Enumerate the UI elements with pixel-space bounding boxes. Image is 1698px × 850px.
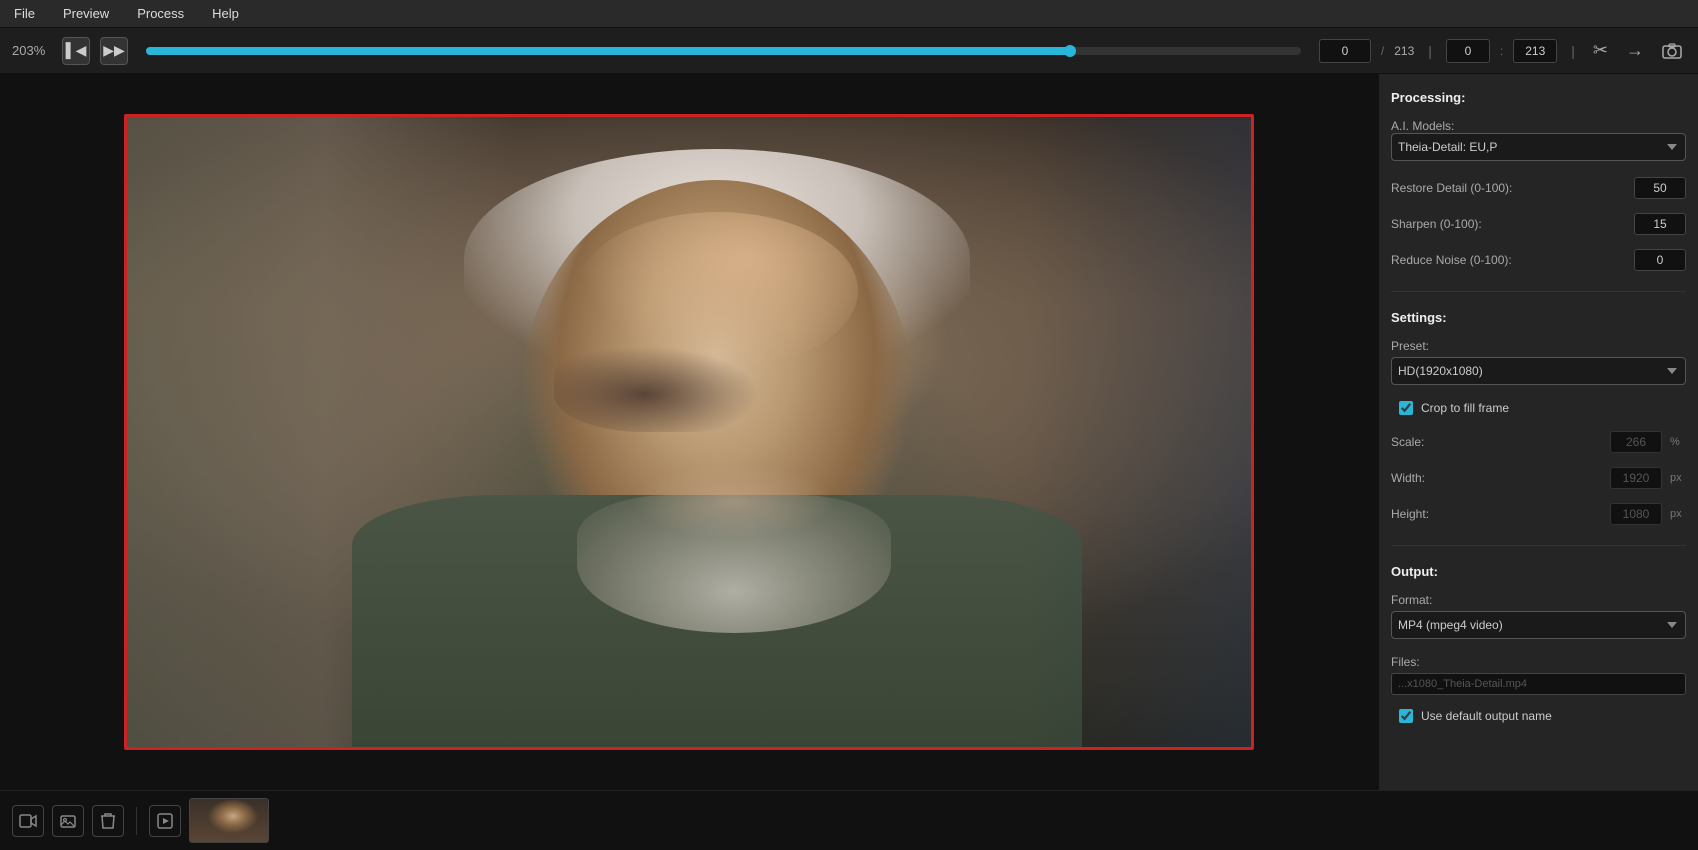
height-input[interactable] [1610, 503, 1662, 525]
menu-file[interactable]: File [8, 4, 41, 23]
crop-label[interactable]: Crop to fill frame [1421, 401, 1509, 415]
total-frames: 213 [1394, 44, 1414, 58]
crop-row: Crop to fill frame [1399, 401, 1686, 415]
filmstrip-thumbnail-1[interactable] [189, 798, 269, 843]
out-point-input[interactable] [1513, 39, 1557, 63]
restore-detail-row: Restore Detail (0-100): [1391, 177, 1686, 199]
add-video-button[interactable] [12, 805, 44, 837]
delete-button[interactable] [92, 805, 124, 837]
ai-models-select[interactable]: Theia-Detail: EU,P Theia-Detail: Standar… [1391, 133, 1686, 161]
beard-overlay [577, 495, 892, 634]
width-label: Width: [1391, 471, 1602, 485]
zoom-level: 203% [12, 43, 52, 58]
right-panel: Processing: A.I. Models: Theia-Detail: E… [1378, 74, 1698, 790]
ai-models-label: A.I. Models: [1391, 119, 1686, 133]
right-bg [1026, 117, 1251, 747]
format-row: Format: MP4 (mpeg4 video) MOV (quicktime… [1391, 593, 1686, 639]
preset-label: Preset: [1391, 339, 1686, 353]
sharpen-label: Sharpen (0-100): [1391, 217, 1626, 231]
frame-separator: / [1381, 44, 1384, 58]
play-button[interactable]: ▶▶ [100, 37, 128, 65]
reduce-noise-input[interactable] [1634, 249, 1686, 271]
bracket-separator: | [1428, 43, 1432, 59]
video-content [127, 117, 1251, 747]
crop-checkbox[interactable] [1399, 401, 1413, 415]
filmstrip-divider [136, 807, 137, 835]
menu-preview[interactable]: Preview [57, 4, 115, 23]
scale-unit: % [1670, 436, 1686, 448]
preset-select[interactable]: HD(1920x1080) 4K(3840x2160) SD(720x480) [1391, 357, 1686, 385]
files-row: Files: [1391, 655, 1686, 695]
cut-button[interactable]: ✂ [1589, 36, 1612, 65]
format-select[interactable]: MP4 (mpeg4 video) MOV (quicktime) AVI MK… [1391, 611, 1686, 639]
filmstrip-preview-button[interactable] [149, 805, 181, 837]
current-frame-input[interactable] [1319, 39, 1371, 63]
menubar: File Preview Process Help [0, 0, 1698, 28]
settings-title: Settings: [1391, 310, 1686, 325]
scale-label: Scale: [1391, 435, 1602, 449]
scrubber-track[interactable] [146, 47, 1301, 55]
bracket-colon: : [1500, 44, 1503, 58]
ai-models-row: A.I. Models: Theia-Detail: EU,P Theia-De… [1391, 119, 1686, 161]
width-unit: px [1670, 472, 1686, 484]
width-row: Width: px [1391, 467, 1686, 489]
scale-input[interactable] [1610, 431, 1662, 453]
add-image-button[interactable] [52, 805, 84, 837]
restore-detail-input[interactable] [1634, 177, 1686, 199]
reduce-noise-row: Reduce Noise (0-100): [1391, 249, 1686, 271]
processing-title: Processing: [1391, 90, 1686, 105]
sharpen-row: Sharpen (0-100): [1391, 213, 1686, 235]
scrubber-fill [146, 47, 1070, 55]
scrubber-container [146, 47, 1301, 55]
in-point-input[interactable] [1446, 39, 1490, 63]
restore-detail-label: Restore Detail (0-100): [1391, 181, 1626, 195]
use-default-label[interactable]: Use default output name [1421, 709, 1552, 723]
files-label: Files: [1391, 655, 1686, 669]
main-area: Processing: A.I. Models: Theia-Detail: E… [0, 74, 1698, 790]
scale-row: Scale: % [1391, 431, 1686, 453]
filmstrip [0, 790, 1698, 850]
menu-process[interactable]: Process [131, 4, 190, 23]
format-label: Format: [1391, 593, 1686, 607]
video-frame [124, 114, 1254, 750]
height-unit: px [1670, 508, 1686, 520]
use-default-checkbox[interactable] [1399, 709, 1413, 723]
preview-area [0, 74, 1378, 790]
rewind-button[interactable]: ▌◀ [62, 37, 90, 65]
sharpen-input[interactable] [1634, 213, 1686, 235]
use-default-row: Use default output name [1399, 709, 1686, 723]
preset-row: Preset: HD(1920x1080) 4K(3840x2160) SD(7… [1391, 339, 1686, 385]
divider-2 [1391, 545, 1686, 546]
menu-help[interactable]: Help [206, 4, 245, 23]
toolbar: 203% ▌◀ ▶▶ / 213 | : | ✂ → [0, 28, 1698, 74]
width-input[interactable] [1610, 467, 1662, 489]
reduce-noise-label: Reduce Noise (0-100): [1391, 253, 1626, 267]
eye-shadow [554, 338, 779, 432]
divider-1 [1391, 291, 1686, 292]
camera-button[interactable] [1658, 39, 1686, 63]
thumbnail-content-1 [190, 799, 268, 842]
height-row: Height: px [1391, 503, 1686, 525]
output-title: Output: [1391, 564, 1686, 579]
scrubber-handle[interactable] [1064, 45, 1076, 57]
arrow-button[interactable]: → [1622, 36, 1648, 65]
bracket-end: | [1571, 43, 1575, 59]
files-input[interactable] [1391, 673, 1686, 695]
height-label: Height: [1391, 507, 1602, 521]
